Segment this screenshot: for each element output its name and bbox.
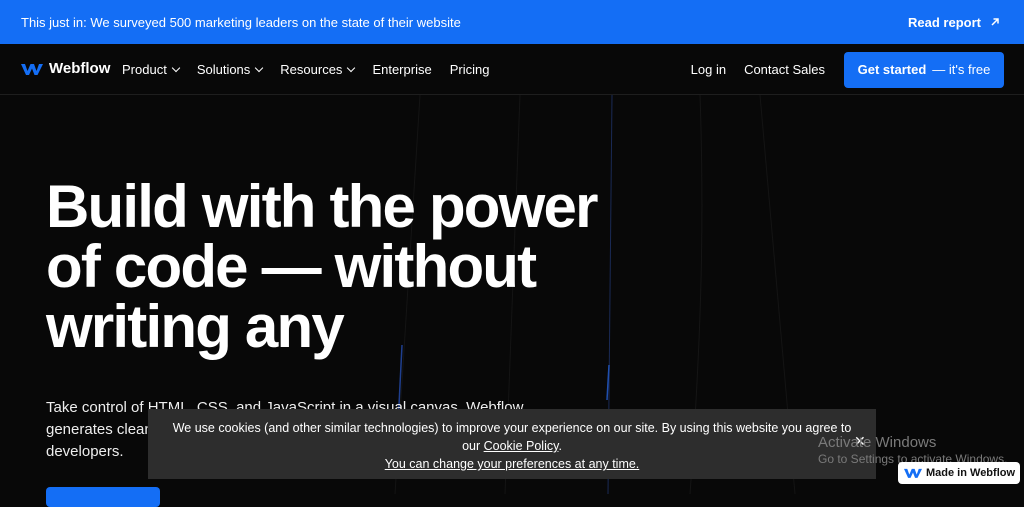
webflow-logo-icon — [21, 63, 43, 75]
webflow-logo-icon — [904, 468, 922, 478]
made-in-webflow-badge[interactable]: Made in Webflow — [898, 462, 1020, 484]
nav-item-label: Product — [122, 62, 167, 77]
cookie-policy-link[interactable]: Cookie Policy — [484, 439, 559, 453]
badge-label: Made in Webflow — [926, 467, 1016, 479]
get-started-label: Get started — [857, 62, 927, 77]
nav-item-solutions[interactable]: Solutions — [196, 62, 264, 77]
nav-item-label: Enterprise — [372, 62, 432, 77]
cookie-policy-line: our Cookie Policy. — [148, 437, 876, 455]
nav-actions: Log in Contact Sales Get started — it's … — [691, 44, 1004, 95]
banner-text: This just in: We surveyed 500 marketing … — [21, 14, 461, 30]
arrow-up-right-icon — [991, 18, 999, 26]
announcement-banner[interactable]: This just in: We surveyed 500 marketing … — [0, 0, 1024, 44]
nav-item-enterprise[interactable]: Enterprise — [372, 62, 431, 77]
cookie-policy-suffix: . — [558, 439, 562, 453]
main-navigation: Webflow Product Solutions Resources Ente… — [0, 44, 1024, 95]
nav-item-label: Resources — [280, 62, 343, 77]
nav-item-label: Pricing — [449, 62, 490, 77]
nav-item-resources[interactable]: Resources — [280, 62, 356, 77]
nav-item-label: Solutions — [196, 62, 251, 77]
get-started-suffix: — it's free — [932, 62, 991, 77]
hero-title-line: writing any — [46, 293, 345, 360]
contact-sales-link[interactable]: Contact Sales — [744, 62, 825, 77]
chevron-down-icon — [347, 63, 356, 72]
chevron-down-icon — [171, 63, 181, 72]
cookie-policy-prefix: our — [462, 439, 484, 453]
hero-cta-button[interactable] — [46, 487, 160, 507]
hero-title-line: of code — without — [46, 233, 537, 300]
cookie-banner: We use cookies (and other similar techno… — [148, 409, 876, 479]
webflow-logo[interactable]: Webflow — [21, 60, 110, 77]
login-link[interactable]: Log in — [691, 62, 726, 77]
cookie-message: We use cookies (and other similar techno… — [172, 421, 852, 435]
nav-menu: Product Solutions Resources Enterprise P… — [122, 44, 489, 95]
chevron-down-icon — [255, 63, 264, 72]
hero-title-line: Build with the power — [46, 173, 598, 240]
nav-item-product[interactable]: Product — [122, 62, 181, 77]
nav-item-pricing[interactable]: Pricing — [450, 62, 490, 77]
cookie-preferences-link[interactable]: You can change your preferences at any t… — [385, 457, 640, 471]
get-started-button[interactable]: Get started — it's free — [844, 51, 1004, 88]
read-report-label: Read report — [908, 14, 981, 30]
brand-name: Webflow — [49, 60, 111, 77]
read-report-link[interactable]: Read report — [908, 15, 1000, 30]
activation-title: Activate Windows — [818, 434, 937, 451]
hero-title: Build with the power of code — without w… — [46, 177, 646, 357]
